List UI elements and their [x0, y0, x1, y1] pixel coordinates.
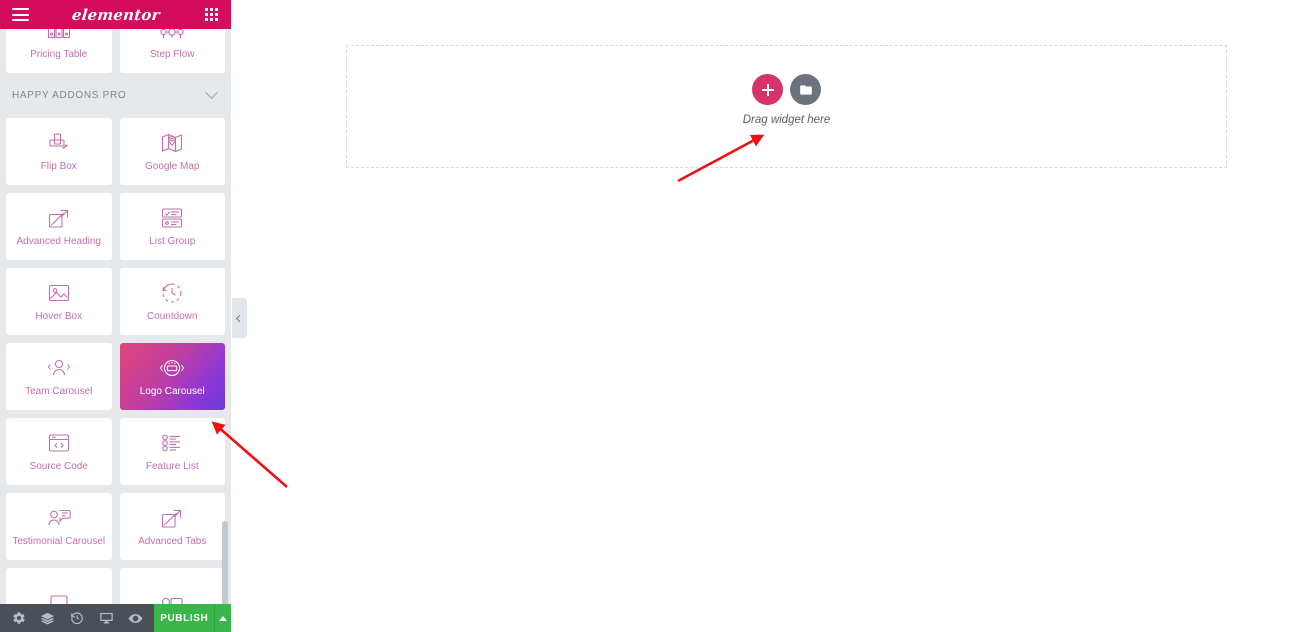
- publish-options-button[interactable]: [214, 604, 231, 632]
- advanced-tabs-icon: [160, 506, 184, 530]
- scrollbar-thumb[interactable]: [222, 521, 228, 604]
- section-title-label: HAPPY ADDONS PRO: [12, 90, 127, 101]
- hover-box-icon: [47, 281, 71, 305]
- widget-card-pricing-table[interactable]: Pricing Table: [6, 29, 112, 73]
- layers-icon[interactable]: [33, 604, 62, 632]
- widget-card-google-map[interactable]: Google Map: [119, 118, 225, 185]
- widget-grid: Pricing Table Step Flow HAPPY ADDONS PRO…: [6, 29, 225, 604]
- widget-label: Advanced Heading: [16, 236, 101, 247]
- widget-label: Google Map: [145, 161, 200, 172]
- history-icon[interactable]: [63, 604, 92, 632]
- widget-card-advanced-tabs[interactable]: Advanced Tabs: [119, 493, 225, 560]
- section-header-happy-addons-pro[interactable]: HAPPY ADDONS PRO: [6, 82, 225, 109]
- pricing-table-icon: [47, 29, 71, 43]
- section-dropzone[interactable]: Drag widget here: [346, 45, 1227, 168]
- widget-card-feature-list[interactable]: Feature List: [119, 418, 225, 485]
- caret-up-icon: [219, 615, 228, 621]
- widget-card-logo-carousel[interactable]: Logo Carousel: [119, 343, 225, 410]
- folder-template-icon: [799, 84, 812, 95]
- widget-label: List Group: [149, 236, 196, 247]
- widget-card-next-row-right[interactable]: [119, 568, 225, 604]
- widget-card-step-flow[interactable]: Step Flow: [119, 29, 225, 73]
- settings-gear-icon[interactable]: [4, 604, 33, 632]
- widget-label: Testimonial Carousel: [12, 536, 106, 547]
- widget-label: Team Carousel: [25, 386, 93, 397]
- elementor-logo: elementor: [70, 5, 161, 24]
- widget-card-team-carousel[interactable]: Team Carousel: [6, 343, 112, 410]
- elementor-editor: elementor Pricing Table Step Flow HAPPY …: [0, 0, 1292, 632]
- countdown-icon: [160, 281, 184, 305]
- chevron-down-icon: [205, 86, 218, 100]
- widget-card-advanced-heading[interactable]: Advanced Heading: [6, 193, 112, 260]
- google-map-icon: [160, 131, 184, 155]
- widget-card-testimonial-carousel[interactable]: Testimonial Carousel: [6, 493, 112, 560]
- widget-card-source-code[interactable]: Source Code: [6, 418, 112, 485]
- advanced-heading-icon: [47, 206, 71, 230]
- widget-label: Logo Carousel: [139, 386, 205, 397]
- add-new-section-button[interactable]: [752, 74, 783, 105]
- card-icon: [47, 590, 71, 604]
- publish-button[interactable]: PUBLISH: [154, 604, 215, 632]
- news-ticker-icon: [159, 590, 185, 604]
- widget-label: Countdown: [146, 311, 198, 322]
- widget-label: Flip Box: [40, 161, 77, 172]
- widget-label: Pricing Table: [30, 49, 88, 60]
- chevron-left-icon: [235, 314, 244, 322]
- panel-header: elementor: [0, 0, 231, 29]
- preview-eye-icon[interactable]: [121, 604, 150, 632]
- widget-card-countdown[interactable]: Countdown: [119, 268, 225, 335]
- widget-card-list-group[interactable]: List Group: [119, 193, 225, 260]
- widget-panel-scrollbar[interactable]: [222, 29, 228, 604]
- team-carousel-icon: [45, 356, 73, 380]
- widget-label: Feature List: [145, 461, 199, 472]
- widget-label: Advanced Tabs: [138, 536, 207, 547]
- widget-list-scroll-area[interactable]: Pricing Table Step Flow HAPPY ADDONS PRO…: [0, 29, 231, 604]
- editor-canvas: Drag widget here: [247, 0, 1292, 632]
- logo-carousel-icon: [157, 356, 187, 380]
- widget-card-flip-box[interactable]: Flip Box: [6, 118, 112, 185]
- widget-card-hover-box[interactable]: Hover Box: [6, 268, 112, 335]
- panel-collapse-handle[interactable]: [232, 298, 247, 338]
- panel-footer-toolbar: PUBLISH: [0, 604, 231, 632]
- grid-apps-icon[interactable]: [200, 4, 222, 26]
- testimonial-carousel-icon: [45, 506, 73, 530]
- add-template-button[interactable]: [790, 74, 821, 105]
- plus-icon: [761, 83, 774, 96]
- flip-box-icon: [47, 131, 71, 155]
- widget-label: Hover Box: [35, 311, 83, 322]
- hamburger-menu-icon[interactable]: [9, 4, 31, 26]
- widget-label: Step Flow: [150, 49, 195, 60]
- widget-label: Source Code: [29, 461, 88, 472]
- widget-panel: elementor Pricing Table Step Flow HAPPY …: [0, 0, 231, 632]
- responsive-mode-icon[interactable]: [92, 604, 121, 632]
- source-code-icon: [46, 431, 72, 455]
- dropzone-label: Drag widget here: [742, 114, 831, 126]
- list-group-icon: [159, 206, 185, 230]
- widget-card-next-row-left[interactable]: [6, 568, 112, 604]
- step-flow-icon: [159, 29, 185, 43]
- feature-list-icon: [159, 431, 185, 455]
